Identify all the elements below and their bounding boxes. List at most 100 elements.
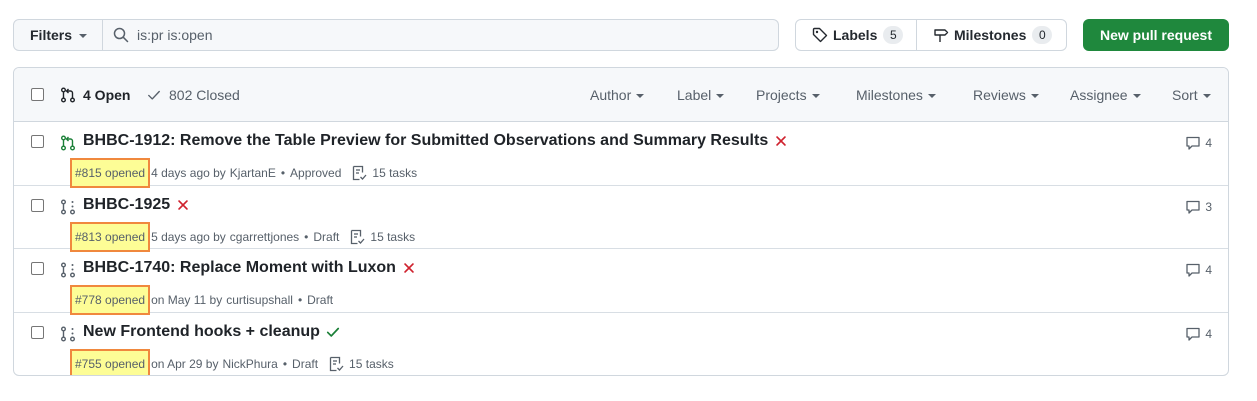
separator: • [282, 356, 288, 371]
closed-count-label: 802 Closed [169, 87, 240, 103]
row-checkbox[interactable] [31, 135, 44, 148]
pr-open-icon [61, 135, 75, 151]
pr-meta: #813 opened 5 days ago by cgarrettjones … [69, 221, 415, 252]
filter-search-group: Filters [13, 19, 779, 51]
review-status: Draft [307, 293, 334, 307]
toolbar: Filters Labels 5 Milestones 0 [13, 19, 1229, 51]
tasks-progress: 15 tasks [328, 356, 394, 372]
check-icon [148, 90, 160, 100]
comment-count: 4 [1205, 326, 1212, 341]
author-link[interactable]: KjartanE [230, 166, 276, 180]
comment-icon [1186, 263, 1200, 277]
milestone-icon [934, 29, 949, 42]
pr-meta: #815 opened 4 days ago by KjartanE • App… [69, 158, 417, 188]
author-link[interactable]: curtisupshall [226, 293, 293, 307]
list-item: BHBC-1925 #813 opened 5 days ago by cgar… [14, 186, 1228, 252]
comment-icon [1186, 327, 1200, 341]
row-checkbox[interactable] [31, 262, 44, 275]
labels-count: 5 [883, 26, 904, 44]
new-pull-request-label: New pull request [1099, 27, 1213, 43]
tasks-label: 15 tasks [370, 229, 416, 244]
closed-filter[interactable]: 802 Closed [147, 87, 240, 103]
opened-text: on May 11 by [151, 293, 223, 307]
comments-link[interactable]: 3 [1185, 199, 1212, 215]
tasks-progress: 15 tasks [351, 165, 417, 181]
comment-icon [1186, 200, 1200, 214]
separator: • [280, 166, 286, 180]
comment-icon [1186, 136, 1200, 150]
search-input[interactable] [137, 27, 737, 43]
comment-count: 3 [1205, 199, 1212, 214]
pr-meta: #755 opened on Apr 29 by NickPhura • Dra… [69, 348, 394, 375]
checklist-icon [353, 165, 367, 181]
author-menu[interactable]: Author [590, 87, 645, 103]
projects-menu[interactable]: Projects [756, 87, 820, 103]
tasks-label: 15 tasks [349, 356, 394, 371]
new-pull-request-button[interactable]: New pull request [1083, 19, 1229, 51]
pr-draft-icon [61, 262, 75, 278]
list-item: BHBC-1912: Remove the Table Preview for … [14, 122, 1228, 188]
check-icon[interactable] [326, 325, 340, 339]
labels-button[interactable]: Labels 5 [795, 19, 917, 51]
milestones-button[interactable]: Milestones 0 [917, 19, 1067, 51]
x-icon[interactable] [402, 261, 416, 275]
list-item: BHBC-1740: Replace Moment with Luxon #77… [14, 249, 1228, 315]
label-menu[interactable]: Label [677, 87, 725, 103]
pr-title-link[interactable]: BHBC-1740: Replace Moment with Luxon [83, 259, 416, 277]
tasks-label: 15 tasks [372, 166, 418, 180]
milestones-count: 0 [1032, 26, 1053, 44]
milestones-menu[interactable]: Milestones [856, 87, 936, 103]
comments-link[interactable]: 4 [1185, 326, 1212, 342]
x-icon[interactable] [176, 198, 190, 212]
pr-title: BHBC-1740: Replace Moment with Luxon [83, 259, 396, 276]
row-checkbox[interactable] [31, 198, 44, 212]
search-box[interactable] [103, 19, 779, 51]
assignee-menu[interactable]: Assignee [1070, 87, 1141, 103]
reviews-menu-label: Reviews [973, 87, 1026, 103]
author-link[interactable]: cgarrettjones [230, 230, 299, 244]
pr-number[interactable]: #813 opened [69, 221, 151, 252]
comment-count: 4 [1205, 136, 1212, 150]
open-count-label: 4 Open [83, 87, 131, 103]
chevron-down-icon [636, 94, 645, 98]
reviews-menu[interactable]: Reviews [973, 87, 1039, 103]
checklist-icon [351, 229, 365, 244]
pr-title-link[interactable]: BHBC-1925 [83, 196, 190, 214]
tasks-progress: 15 tasks [349, 229, 415, 245]
sort-menu[interactable]: Sort [1172, 87, 1211, 103]
review-status[interactable]: Approved [290, 166, 341, 180]
pr-open-icon [61, 87, 75, 103]
pr-title-link[interactable]: New Frontend hooks + cleanup [83, 323, 340, 341]
pr-number[interactable]: #778 opened [69, 285, 151, 315]
row-checkbox[interactable] [31, 325, 44, 339]
comments-link[interactable]: 4 [1185, 135, 1212, 151]
separator: • [304, 229, 309, 244]
chevron-down-icon [927, 94, 936, 98]
milestones-label: Milestones [954, 27, 1027, 43]
pr-title-link[interactable]: BHBC-1912: Remove the Table Preview for … [83, 132, 788, 150]
select-all-checkbox[interactable] [31, 88, 44, 101]
assignee-menu-label: Assignee [1070, 87, 1128, 103]
pull-request-list: 4 Open 802 Closed Author Label Projects … [13, 67, 1229, 376]
x-icon[interactable] [774, 134, 788, 148]
label-menu-label: Label [677, 87, 712, 103]
milestones-menu-label: Milestones [856, 87, 923, 103]
labels-label: Labels [833, 27, 878, 43]
pr-number[interactable]: #755 opened [69, 348, 151, 375]
opened-text: on Apr 29 by [151, 356, 219, 371]
labels-milestones-group: Labels 5 Milestones 0 [795, 19, 1067, 51]
chevron-down-icon [1030, 94, 1039, 98]
list-item: New Frontend hooks + cleanup #755 opened… [14, 313, 1228, 375]
filters-label: Filters [30, 27, 73, 43]
checklist-icon [329, 356, 344, 371]
pr-draft-icon [61, 326, 75, 341]
pr-number[interactable]: #815 opened [69, 158, 151, 188]
author-link[interactable]: NickPhura [222, 357, 277, 371]
pr-draft-icon [61, 199, 75, 214]
chevron-down-icon [811, 94, 820, 98]
filters-button[interactable]: Filters [13, 19, 103, 51]
list-header: 4 Open 802 Closed Author Label Projects … [14, 68, 1228, 122]
comments-link[interactable]: 4 [1185, 262, 1212, 278]
pr-title: BHBC-1912: Remove the Table Preview for … [83, 132, 769, 149]
open-filter[interactable]: 4 Open [60, 87, 130, 103]
